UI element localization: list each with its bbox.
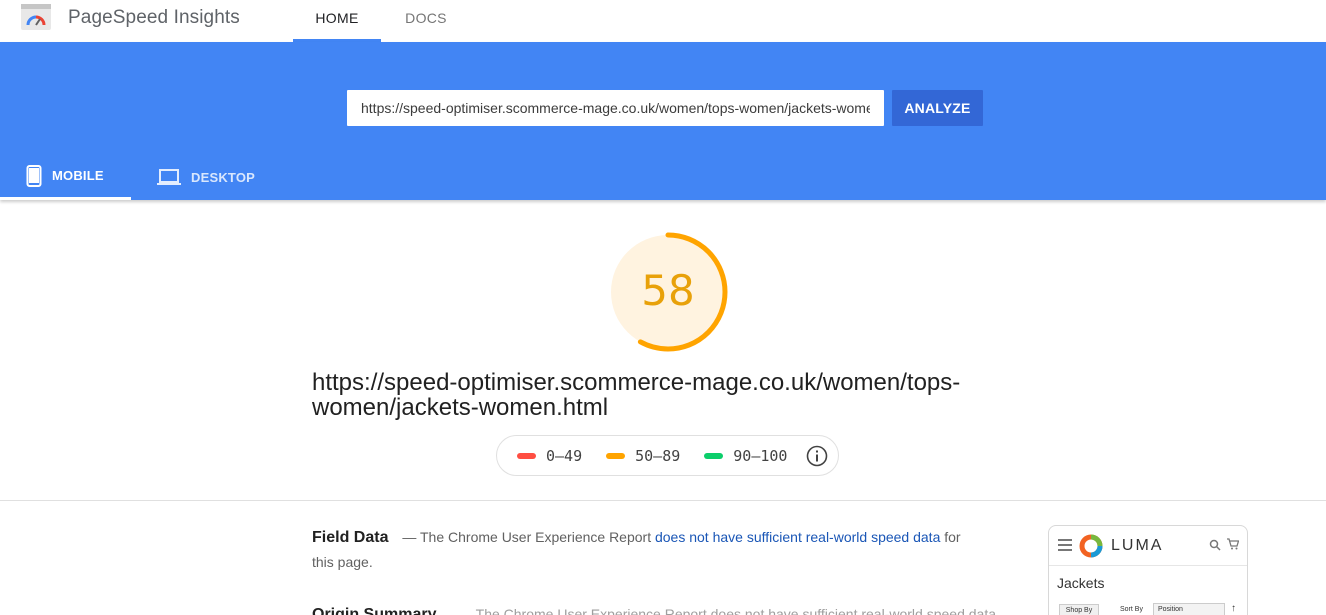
- origin-summary-text: — The Chrome User Experience Report does…: [458, 606, 996, 615]
- thumbnail-header: LUMA: [1049, 526, 1247, 566]
- top-app-bar: PageSpeed Insights HOME DOCS: [0, 0, 1326, 42]
- tab-desktop[interactable]: DESKTOP: [131, 154, 271, 200]
- nav-tab-home[interactable]: HOME: [293, 0, 381, 42]
- analyze-button[interactable]: ANALYZE: [892, 90, 983, 126]
- legend-item-pass: 90–100: [704, 447, 787, 465]
- laptop-icon: [157, 168, 181, 186]
- hamburger-menu-icon: [1058, 539, 1072, 551]
- field-data-section: Field Data — The Chrome User Experience …: [312, 525, 972, 575]
- field-data-link[interactable]: does not have sufficient real-world spee…: [655, 529, 940, 545]
- field-data-title: Field Data: [312, 529, 389, 546]
- legend-swatch-average: [606, 452, 626, 459]
- legend-item-average: 50–89: [606, 447, 680, 465]
- legend-label-average: 50–89: [635, 446, 681, 465]
- field-data-prefix: — The Chrome User Experience Report: [402, 529, 652, 545]
- thumbnail-brand: LUMA: [1111, 537, 1164, 554]
- analyzed-page-url: https://speed-optimiser.scommerce-mage.c…: [312, 369, 961, 421]
- legend-label-pass: 90–100: [733, 446, 788, 465]
- luma-logo-icon: [1079, 534, 1103, 558]
- analyze-header: ANALYZE MOBILE DESKTOP: [0, 42, 1326, 200]
- origin-summary-title: Origin Summary: [312, 606, 437, 615]
- search-icon: [1209, 539, 1221, 551]
- section-divider: [0, 500, 1326, 501]
- page-screenshot-thumbnail: LUMA Jackets Shop By Sort By Position ↑: [1048, 525, 1248, 615]
- cart-icon: [1227, 538, 1239, 550]
- legend-item-fail: 0–49: [517, 447, 582, 465]
- performance-score-value: 58: [641, 266, 695, 315]
- app-title[interactable]: PageSpeed Insights: [68, 7, 240, 29]
- info-icon[interactable]: [806, 445, 828, 467]
- tab-mobile-label: MOBILE: [52, 168, 104, 183]
- legend-swatch-fail: [517, 452, 536, 459]
- nav-tab-docs[interactable]: DOCS: [392, 0, 460, 42]
- thumbnail-sort-by: Sort By: [1120, 606, 1143, 613]
- legend-swatch-pass: [704, 452, 724, 459]
- legend-label-fail: 0–49: [546, 446, 583, 465]
- score-legend: 0–49 50–89 90–100: [496, 435, 839, 476]
- smartphone-icon: [26, 164, 42, 187]
- thumbnail-heading: Jackets: [1057, 575, 1105, 591]
- pagespeed-logo-icon[interactable]: [21, 4, 51, 30]
- tab-mobile[interactable]: MOBILE: [0, 154, 131, 200]
- sort-direction-icon: ↑: [1231, 603, 1236, 614]
- thumbnail-sort-select: Position: [1153, 603, 1225, 615]
- url-input[interactable]: [347, 90, 884, 126]
- tab-desktop-label: DESKTOP: [191, 169, 256, 185]
- thumbnail-shop-by: Shop By: [1059, 604, 1099, 615]
